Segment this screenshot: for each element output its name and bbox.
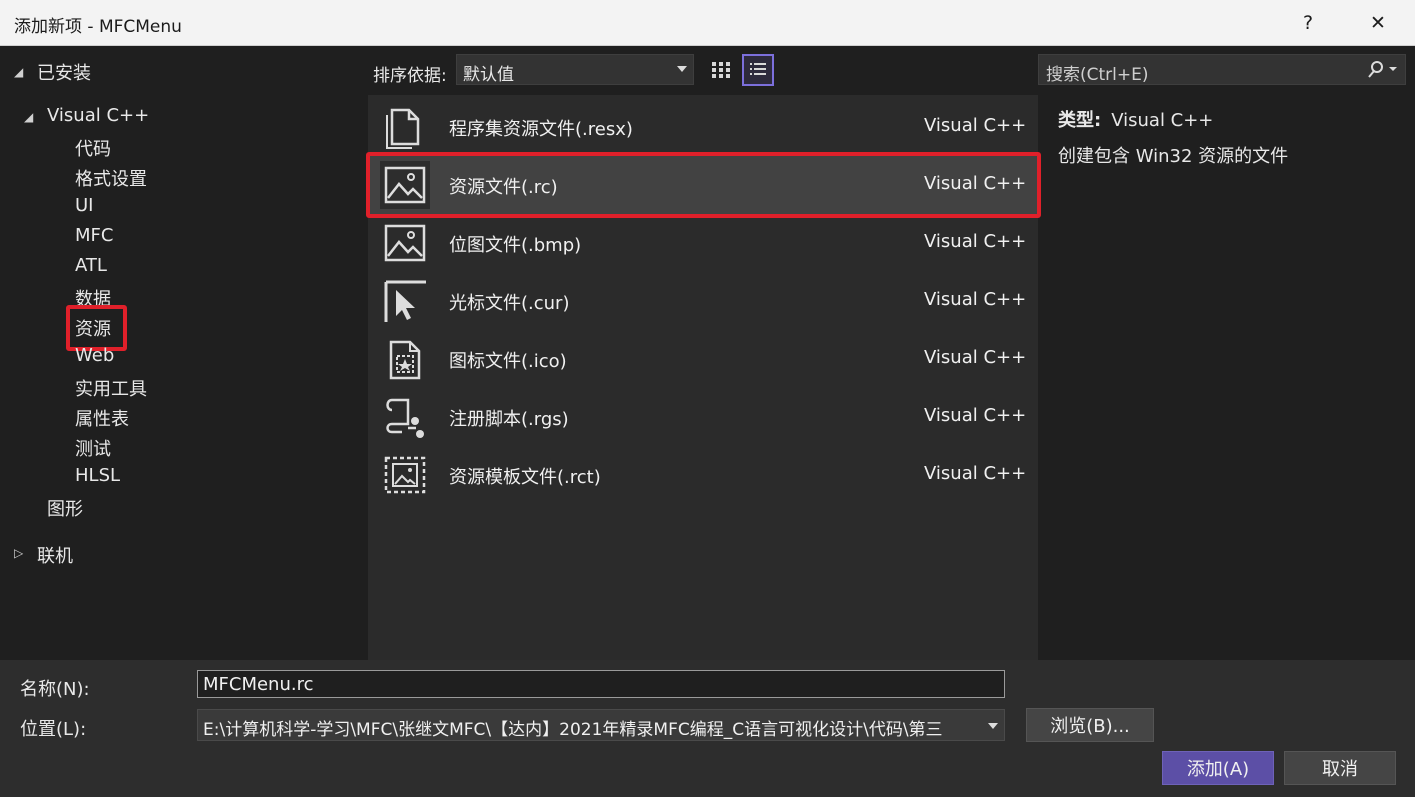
grid-view-button[interactable] (705, 54, 737, 86)
list-item[interactable]: 资源模板文件(.rct) Visual C++ (368, 446, 1038, 504)
item-name: 光标文件(.cur) (449, 293, 570, 314)
tree-item-atl[interactable]: ATL (75, 255, 107, 276)
close-button[interactable]: ✕ (1348, 0, 1408, 45)
tree-item-code[interactable]: 代码 (75, 135, 111, 161)
item-name: 程序集资源文件(.resx) (449, 119, 633, 140)
list-item[interactable]: 程序集资源文件(.resx) Visual C++ (368, 98, 1038, 156)
window-title: 添加新项 - MFCMenu (14, 17, 182, 37)
tree-item-online[interactable]: 联机 (37, 542, 73, 568)
item-type: Visual C++ (924, 115, 1027, 136)
grid-view-icon (712, 62, 730, 78)
search-placeholder: 搜索(Ctrl+E) (1046, 65, 1149, 85)
template-icon (384, 456, 426, 494)
list-view-button[interactable] (742, 54, 774, 86)
name-field[interactable]: MFCMenu.rc (197, 670, 1005, 698)
dialog-content: ◢ 已安装 ◢ Visual C++ 代码 格式设置 UI MFC ATL 数据… (0, 46, 1415, 660)
tree-item-formatting[interactable]: 格式设置 (75, 165, 147, 191)
cancel-button[interactable]: 取消 (1284, 751, 1396, 785)
sort-label: 排序依据: (373, 66, 447, 86)
tree-item-installed[interactable]: 已安装 (37, 59, 91, 85)
file-icon (386, 108, 420, 149)
item-type: Visual C++ (924, 347, 1027, 368)
tree-item-hlsl[interactable]: HLSL (75, 465, 120, 486)
tree-item-visual-cpp[interactable]: Visual C++ (47, 105, 149, 126)
tree-item-mfc[interactable]: MFC (75, 225, 113, 246)
chevron-down-icon (988, 723, 998, 729)
sort-value: 默认值 (463, 65, 514, 85)
search-icon[interactable] (1365, 60, 1401, 80)
item-type: Visual C++ (924, 289, 1027, 310)
detail-type-value: Visual C++ (1111, 110, 1214, 131)
bottom-panel: 名称(N): MFCMenu.rc 位置(L): E:\计算机科学-学习\MFC… (0, 660, 1415, 797)
item-type: Visual C++ (924, 405, 1027, 426)
item-type: Visual C++ (924, 231, 1027, 252)
help-button[interactable]: ? (1278, 0, 1338, 45)
list-item[interactable]: 位图文件(.bmp) Visual C++ (368, 214, 1038, 272)
browse-button[interactable]: 浏览(B)... (1026, 708, 1154, 742)
item-name: 注册脚本(.rgs) (449, 409, 569, 430)
name-label: 名称(N): (20, 679, 90, 700)
detail-description: 创建包含 Win32 资源的文件 (1058, 146, 1289, 167)
tree-item-web[interactable]: Web (75, 345, 114, 366)
chevron-down-icon (677, 66, 687, 72)
tree-item-utility[interactable]: 实用工具 (75, 375, 147, 401)
tree-item-test[interactable]: 测试 (75, 435, 111, 461)
item-name: 图标文件(.ico) (449, 351, 567, 372)
list-item[interactable]: 光标文件(.cur) Visual C++ (368, 272, 1038, 330)
item-name: 资源模板文件(.rct) (449, 467, 601, 488)
name-value: MFCMenu.rc (203, 674, 314, 695)
expanded-arrow-icon[interactable]: ◢ (24, 110, 33, 124)
tree-item-property-sheets[interactable]: 属性表 (75, 405, 129, 431)
ico-file-icon (389, 340, 421, 380)
item-name: 位图文件(.bmp) (449, 235, 582, 256)
location-label: 位置(L): (20, 719, 87, 740)
image-icon (384, 224, 426, 262)
title-bar: 添加新项 - MFCMenu ? ✕ (0, 0, 1415, 46)
highlight-box (366, 152, 1041, 218)
tree-item-ui[interactable]: UI (75, 195, 93, 216)
item-type: Visual C++ (924, 463, 1027, 484)
location-value: E:\计算机科学-学习\MFC\张继文MFC\【达内】2021年精录MFC编程_… (203, 720, 943, 740)
tree-item-graphics[interactable]: 图形 (47, 495, 83, 521)
collapsed-arrow-icon[interactable]: ▷ (14, 546, 23, 560)
sort-dropdown[interactable]: 默认值 (456, 54, 694, 85)
list-item[interactable]: 图标文件(.ico) Visual C++ (368, 330, 1038, 388)
expanded-arrow-icon[interactable]: ◢ (14, 65, 23, 79)
detail-type-label: 类型: (1058, 110, 1102, 131)
add-button[interactable]: 添加(A) (1162, 751, 1274, 785)
cursor-icon (384, 280, 426, 322)
location-dropdown[interactable]: E:\计算机科学-学习\MFC\张继文MFC\【达内】2021年精录MFC编程_… (197, 709, 1005, 741)
detail-type: 类型: Visual C++ (1058, 106, 1213, 132)
list-view-icon (750, 63, 766, 75)
search-input[interactable]: 搜索(Ctrl+E) (1038, 54, 1406, 85)
script-icon (386, 398, 424, 438)
list-item[interactable]: 注册脚本(.rgs) Visual C++ (368, 388, 1038, 446)
